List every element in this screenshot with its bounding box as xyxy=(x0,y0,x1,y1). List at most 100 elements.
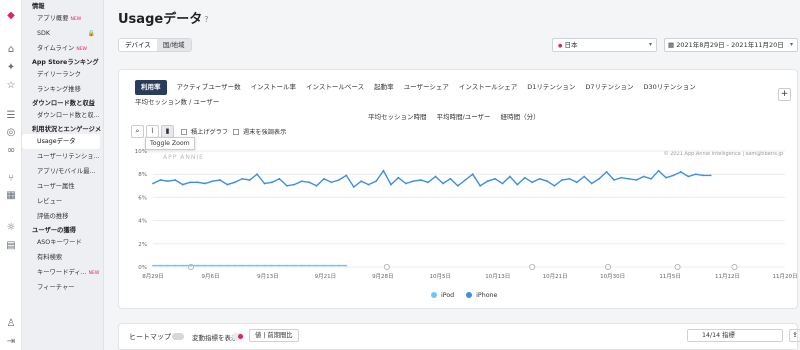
legend-item[interactable]: iPod xyxy=(431,292,454,299)
sidebar-item[interactable]: タイムライン NEW xyxy=(22,41,103,56)
data-point-iphone xyxy=(196,181,199,184)
date-range-value: 2021年8月29日 - 2021年11月20日 xyxy=(676,41,784,49)
compass-icon[interactable]: ◎ xyxy=(5,127,17,139)
data-point-ipod xyxy=(293,264,296,267)
data-point-iphone xyxy=(382,169,385,172)
country-tab[interactable]: 国/地域 xyxy=(156,39,191,51)
data-point-iphone xyxy=(442,182,444,185)
data-point-iphone xyxy=(680,170,682,173)
sidebar-item[interactable]: アプリ概要 NEW xyxy=(22,11,103,26)
sidebar-item[interactable]: デイリーランク xyxy=(22,67,103,82)
data-point-iphone xyxy=(561,179,563,181)
metric-tab[interactable]: ユーザーシェア xyxy=(404,80,449,95)
home-icon[interactable]: ⌂ xyxy=(5,44,17,56)
data-point-iphone xyxy=(538,177,541,180)
metric-tab[interactable]: 平均セッション数 / ユーザー xyxy=(135,95,219,110)
y-tick-label: 0% xyxy=(138,265,147,271)
sidebar-item-label: Usageデータ xyxy=(37,138,76,145)
data-point-iphone xyxy=(352,186,355,188)
zoom-icon[interactable]: ⌕ xyxy=(131,125,144,138)
star-icon[interactable]: ☆ xyxy=(5,80,17,92)
data-point-iphone xyxy=(523,176,526,179)
sidebar-item[interactable]: SDK 🔒 xyxy=(22,26,103,41)
glasses-icon[interactable]: ∞ xyxy=(5,145,17,157)
metric-tab[interactable]: 利用率 xyxy=(135,80,167,95)
data-point-iphone xyxy=(694,173,697,176)
connect-icon[interactable]: ✦ xyxy=(5,62,17,74)
help-icon[interactable]: ? xyxy=(204,15,208,24)
data-point-iphone xyxy=(345,174,348,177)
legend-swatch xyxy=(466,292,473,298)
list-icon[interactable]: ☰ xyxy=(5,110,17,122)
device-tab[interactable]: デバイス xyxy=(119,39,157,51)
weekend-checkbox[interactable]: 週末を強調表示 xyxy=(233,127,286,136)
metric-tab[interactable]: インストールシェア xyxy=(459,80,517,95)
metric-tab[interactable]: 平均セッション時間 xyxy=(368,110,427,125)
export-icon[interactable]: ⇪ xyxy=(789,329,800,342)
metrics-select[interactable]: 14/14 指標 xyxy=(687,329,783,342)
sidebar-section-heading: 情報 xyxy=(32,3,45,10)
sidebar-item[interactable]: レビュー xyxy=(22,194,103,209)
sidebar-item[interactable]: Usageデータ xyxy=(22,134,100,149)
event-marker xyxy=(605,264,612,271)
sidebar-item[interactable]: ランキング推移 xyxy=(22,82,103,97)
sidebar-item[interactable]: ダウンロード数と収... xyxy=(22,108,103,123)
metric-tab[interactable]: 平均時間/ユーザー xyxy=(437,110,491,125)
sidebar-item[interactable]: ASOキーワード xyxy=(22,235,103,250)
series-line-iphone xyxy=(152,169,711,189)
data-point-iphone xyxy=(256,173,258,176)
data-point-ipod xyxy=(263,264,266,267)
data-point-ipod xyxy=(181,264,184,267)
data-point-iphone xyxy=(293,183,296,186)
report-icon[interactable]: ▤ xyxy=(5,240,17,252)
branch-icon[interactable]: ⑂ xyxy=(5,173,17,185)
sidebar-item-label: ユーザー属性 xyxy=(37,183,75,190)
data-point-iphone xyxy=(590,182,593,185)
change-toggle[interactable] xyxy=(232,333,244,340)
sidebar-item-label: ASOキーワード xyxy=(37,239,82,246)
legend-item[interactable]: iPhone xyxy=(466,292,497,299)
data-point-iphone xyxy=(598,177,601,180)
stack-chart-checkbox[interactable]: 積上げグラフ xyxy=(181,127,228,136)
metric-tab[interactable]: 経時間（分） xyxy=(501,110,540,125)
metric-tab[interactable]: アクティブユーザー数 xyxy=(177,80,241,95)
data-point-iphone xyxy=(605,170,608,173)
sidebar-item[interactable]: フィーチャー xyxy=(22,280,103,295)
sidebar-item[interactable]: ユーザーリテンショ... xyxy=(22,149,103,164)
data-point-ipod xyxy=(211,264,214,267)
sidebar-item-label: レビュー xyxy=(37,198,63,205)
data-point-iphone xyxy=(486,180,489,183)
data-point-iphone xyxy=(397,176,400,179)
date-range-picker[interactable]: ▦ 2021年8月29日 - 2021年11月20日 ▾ xyxy=(664,38,798,52)
period-select[interactable]: 値 | 前期間比 xyxy=(249,329,299,342)
sidebar-item[interactable]: ユーザー属性 xyxy=(22,179,103,194)
sidebar-item[interactable]: キーワードディ... NEW xyxy=(22,265,103,280)
data-point-iphone xyxy=(635,179,638,181)
event-marker xyxy=(674,264,681,271)
user-icon[interactable]: ♙ xyxy=(5,318,17,330)
sidebar-item-label: ランキング推移 xyxy=(37,86,81,93)
metric-tab[interactable]: D30リテンション xyxy=(643,80,695,95)
country-select[interactable]: ● 日本 ▾ xyxy=(552,38,657,52)
add-metric-button[interactable]: + xyxy=(778,88,791,101)
data-point-iphone xyxy=(204,182,206,185)
data-point-iphone xyxy=(479,184,482,187)
heatmap-toggle[interactable] xyxy=(172,333,184,340)
logout-icon[interactable]: ⇥ xyxy=(5,336,17,348)
data-point-iphone xyxy=(166,180,169,183)
metric-tab[interactable]: D1リテンション xyxy=(527,80,575,95)
metric-tab[interactable]: 起動率 xyxy=(374,80,394,95)
data-point-ipod xyxy=(219,264,221,267)
metric-tab[interactable]: D7リテンション xyxy=(585,80,633,95)
sidebar-item[interactable]: 有料検索 xyxy=(22,250,103,265)
x-tick-label: 10月21日 xyxy=(543,273,568,280)
metric-tab[interactable]: インストールベース xyxy=(306,80,364,95)
grid-icon[interactable]: ▦ xyxy=(5,190,17,202)
sidebar-item[interactable]: アプリ/モバイル最... xyxy=(22,164,103,179)
bulb-icon[interactable]: ☼ xyxy=(5,222,17,234)
data-point-iphone xyxy=(248,179,251,181)
logo-icon[interactable]: ◆ xyxy=(5,10,17,22)
metric-tab[interactable]: インストール率 xyxy=(251,80,296,95)
data-point-iphone xyxy=(189,181,192,184)
sidebar-item[interactable]: 評価の推移 xyxy=(22,209,103,224)
